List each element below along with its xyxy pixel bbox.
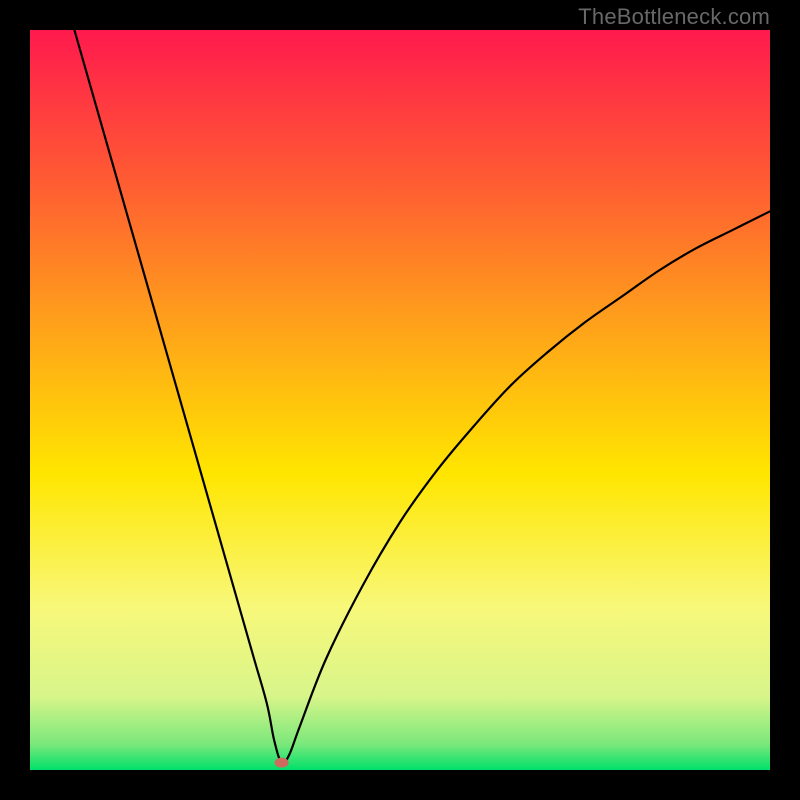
chart-frame: TheBottleneck.com [0,0,800,800]
gradient-background [30,30,770,770]
optimum-marker [275,758,289,768]
watermark-text: TheBottleneck.com [578,4,770,30]
chart-svg [30,30,770,770]
plot-area [30,30,770,770]
